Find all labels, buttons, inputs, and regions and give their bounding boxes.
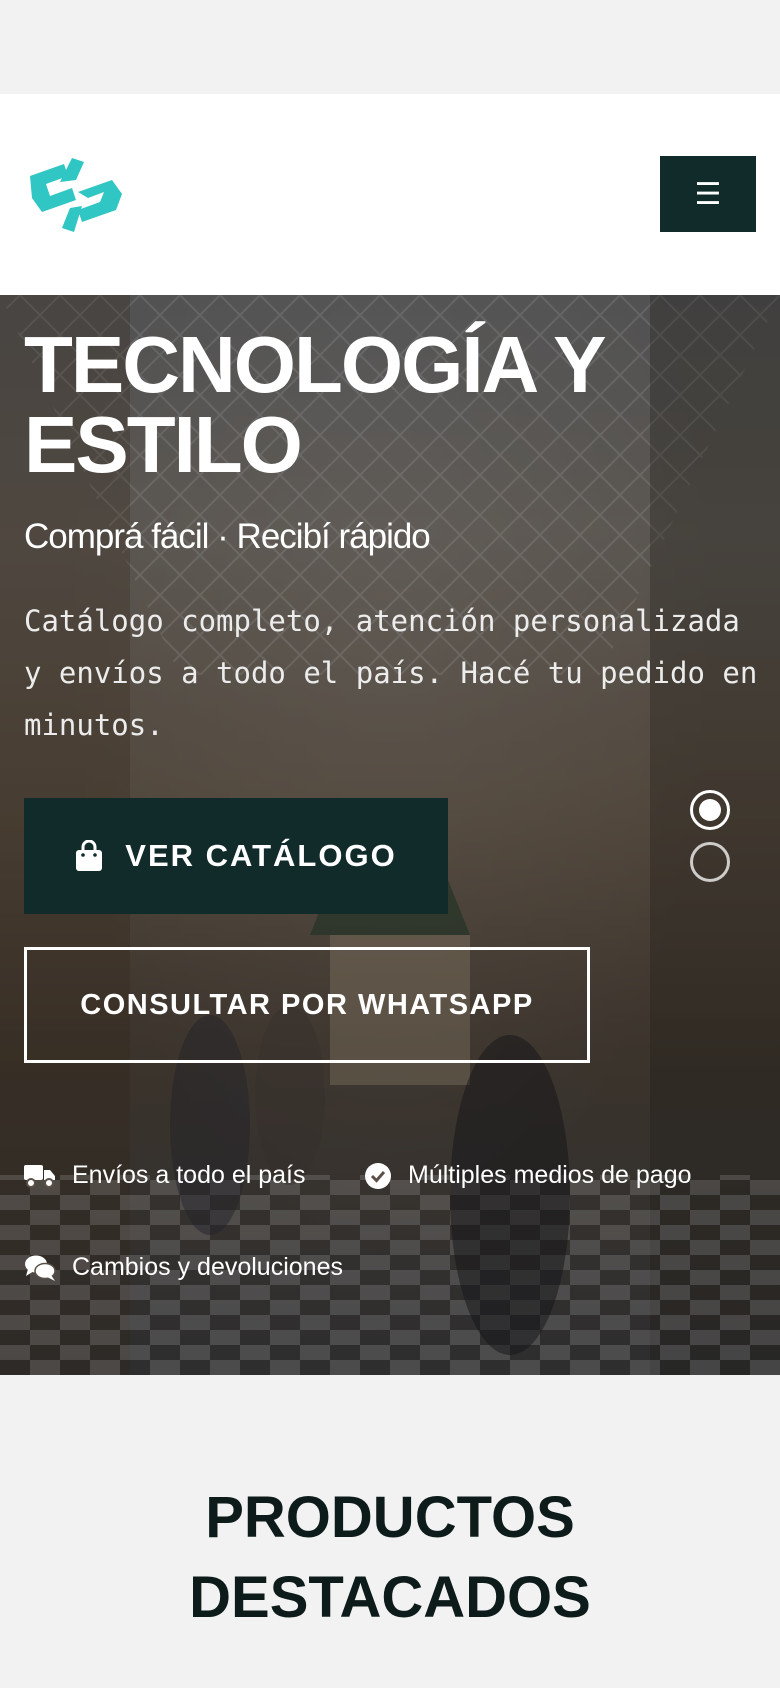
hero-banner: TECNOLOGÍA Y ESTILO Comprá fácil · Recib… [0,295,780,1375]
brand-logo[interactable] [24,154,126,236]
feature-shipping: Envíos a todo el país [24,1161,305,1190]
chat-icon [25,1255,56,1281]
featured-products-title: PRODUCTOS DESTACADOS [189,1485,591,1630]
feature-payment-label: Múltiples medios de pago [408,1161,692,1189]
view-catalog-label: VER CATÁLOGO [125,838,397,873]
whatsapp-button[interactable]: CONSULTAR POR WHATSAPP [24,947,590,1063]
top-spacer [0,0,780,94]
truck-icon [24,1164,55,1188]
slider-dot-2[interactable] [690,842,730,882]
feature-returns: Cambios y devoluciones [24,1253,343,1282]
view-catalog-button[interactable]: VER CATÁLOGO [24,798,448,914]
hamburger-icon: ☰ [694,177,722,211]
hero-subtitle: Comprá fácil · Recibí rápido [24,517,431,556]
slider-dot-1[interactable] [690,790,730,830]
hero-description: Catálogo completo, atención personalizad… [24,604,758,742]
feature-shipping-label: Envíos a todo el país [72,1161,306,1189]
whatsapp-button-label: CONSULTAR POR WHATSAPP [80,988,534,1021]
feature-payment: Múltiples medios de pago [364,1161,692,1190]
check-circle-icon [365,1162,391,1189]
hero-title: TECNOLOGÍA Y ESTILO [24,320,605,489]
feature-returns-label: Cambios y devoluciones [72,1253,343,1281]
menu-button[interactable]: ☰ [660,156,756,232]
brand-logo-icon [30,158,122,232]
shopping-bag-icon [76,840,103,871]
site-header: ☰ [0,94,780,295]
